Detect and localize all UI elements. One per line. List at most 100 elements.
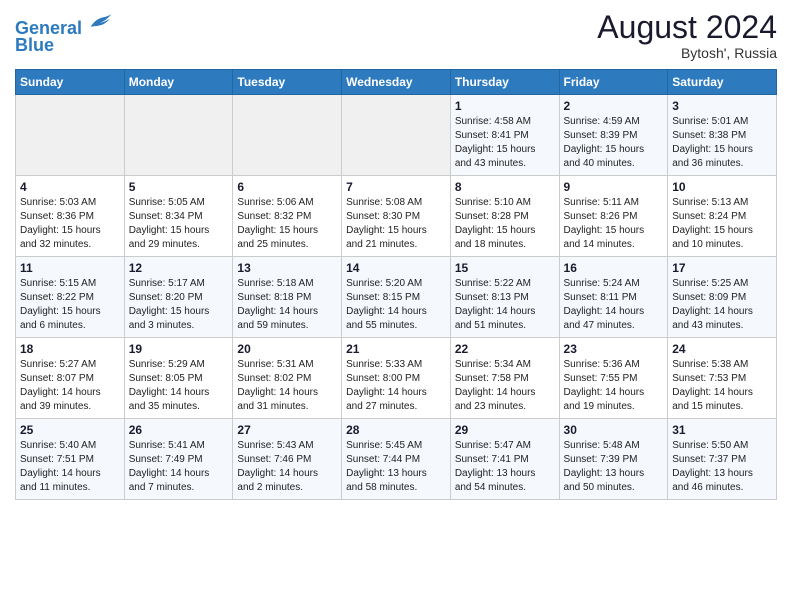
day-number: 8 — [455, 180, 555, 194]
day-number: 17 — [672, 261, 772, 275]
day-info: Sunrise: 5:06 AM Sunset: 8:32 PM Dayligh… — [237, 196, 337, 252]
day-number: 27 — [237, 423, 337, 437]
calendar-cell: 11 Sunrise: 5:15 AM Sunset: 8:22 PM Dayli… — [16, 257, 125, 338]
day-info: Sunrise: 5:08 AM Sunset: 8:30 PM Dayligh… — [346, 196, 446, 252]
calendar-cell: 27 Sunrise: 5:43 AM Sunset: 7:46 PM Dayli… — [233, 419, 342, 500]
day-info: Sunrise: 5:03 AM Sunset: 8:36 PM Dayligh… — [20, 196, 120, 252]
calendar-cell: 4 Sunrise: 5:03 AM Sunset: 8:36 PM Daylig… — [16, 176, 125, 257]
day-info: Sunrise: 5:27 AM Sunset: 8:07 PM Dayligh… — [20, 358, 120, 414]
weekday-header-friday: Friday — [559, 70, 668, 95]
day-info: Sunrise: 5:18 AM Sunset: 8:18 PM Dayligh… — [237, 277, 337, 333]
day-number: 13 — [237, 261, 337, 275]
logo-bird-icon — [89, 10, 113, 34]
day-number: 19 — [129, 342, 229, 356]
calendar-cell — [16, 95, 125, 176]
day-number: 21 — [346, 342, 446, 356]
day-info: Sunrise: 5:25 AM Sunset: 8:09 PM Dayligh… — [672, 277, 772, 333]
logo: General Blue — [15, 10, 113, 56]
calendar-cell: 26 Sunrise: 5:41 AM Sunset: 7:49 PM Dayli… — [124, 419, 233, 500]
calendar-cell: 24Sunrise: 5:38 AM Sunset: 7:53 PM Dayli… — [668, 338, 777, 419]
calendar-cell: 1Sunrise: 4:58 AM Sunset: 8:41 PM Daylig… — [450, 95, 559, 176]
header: General Blue August 2024 Bytosh', Russia — [15, 10, 777, 61]
calendar-body: 1Sunrise: 4:58 AM Sunset: 8:41 PM Daylig… — [16, 95, 777, 500]
calendar-cell: 29Sunrise: 5:47 AM Sunset: 7:41 PM Dayli… — [450, 419, 559, 500]
calendar-cell: 6 Sunrise: 5:06 AM Sunset: 8:32 PM Daylig… — [233, 176, 342, 257]
calendar-cell — [342, 95, 451, 176]
day-number: 7 — [346, 180, 446, 194]
day-number: 18 — [20, 342, 120, 356]
calendar-cell: 17 Sunrise: 5:25 AM Sunset: 8:09 PM Dayli… — [668, 257, 777, 338]
calendar-cell: 20 Sunrise: 5:31 AM Sunset: 8:02 PM Dayli… — [233, 338, 342, 419]
calendar-cell: 31Sunrise: 5:50 AM Sunset: 7:37 PM Dayli… — [668, 419, 777, 500]
day-number: 31 — [672, 423, 772, 437]
day-info: Sunrise: 5:20 AM Sunset: 8:15 PM Dayligh… — [346, 277, 446, 333]
day-info: Sunrise: 4:58 AM Sunset: 8:41 PM Dayligh… — [455, 115, 555, 171]
day-number: 16 — [564, 261, 664, 275]
day-info: Sunrise: 5:17 AM Sunset: 8:20 PM Dayligh… — [129, 277, 229, 333]
day-info: Sunrise: 5:01 AM Sunset: 8:38 PM Dayligh… — [672, 115, 772, 171]
title-block: August 2024 Bytosh', Russia — [597, 10, 777, 61]
day-info: Sunrise: 4:59 AM Sunset: 8:39 PM Dayligh… — [564, 115, 664, 171]
calendar-header: SundayMondayTuesdayWednesdayThursdayFrid… — [16, 70, 777, 95]
day-info: Sunrise: 5:45 AM Sunset: 7:44 PM Dayligh… — [346, 439, 446, 495]
calendar-cell: 22 Sunrise: 5:34 AM Sunset: 7:58 PM Dayli… — [450, 338, 559, 419]
weekday-header-row: SundayMondayTuesdayWednesdayThursdayFrid… — [16, 70, 777, 95]
day-info: Sunrise: 5:29 AM Sunset: 8:05 PM Dayligh… — [129, 358, 229, 414]
calendar-cell: 14Sunrise: 5:20 AM Sunset: 8:15 PM Dayli… — [342, 257, 451, 338]
calendar-cell: 28 Sunrise: 5:45 AM Sunset: 7:44 PM Dayli… — [342, 419, 451, 500]
weekday-header-thursday: Thursday — [450, 70, 559, 95]
day-number: 28 — [346, 423, 446, 437]
day-info: Sunrise: 5:36 AM Sunset: 7:55 PM Dayligh… — [564, 358, 664, 414]
day-info: Sunrise: 5:43 AM Sunset: 7:46 PM Dayligh… — [237, 439, 337, 495]
day-info: Sunrise: 5:24 AM Sunset: 8:11 PM Dayligh… — [564, 277, 664, 333]
calendar-cell: 2Sunrise: 4:59 AM Sunset: 8:39 PM Daylig… — [559, 95, 668, 176]
day-info: Sunrise: 5:22 AM Sunset: 8:13 PM Dayligh… — [455, 277, 555, 333]
day-number: 5 — [129, 180, 229, 194]
calendar-cell: 13 Sunrise: 5:18 AM Sunset: 8:18 PM Dayli… — [233, 257, 342, 338]
location-title: Bytosh', Russia — [597, 45, 777, 61]
calendar-cell: 23 Sunrise: 5:36 AM Sunset: 7:55 PM Dayli… — [559, 338, 668, 419]
day-number: 9 — [564, 180, 664, 194]
calendar-week-2: 4 Sunrise: 5:03 AM Sunset: 8:36 PM Daylig… — [16, 176, 777, 257]
day-info: Sunrise: 5:31 AM Sunset: 8:02 PM Dayligh… — [237, 358, 337, 414]
day-number: 11 — [20, 261, 120, 275]
day-info: Sunrise: 5:41 AM Sunset: 7:49 PM Dayligh… — [129, 439, 229, 495]
calendar-cell: 7 Sunrise: 5:08 AM Sunset: 8:30 PM Daylig… — [342, 176, 451, 257]
day-info: Sunrise: 5:15 AM Sunset: 8:22 PM Dayligh… — [20, 277, 120, 333]
day-number: 15 — [455, 261, 555, 275]
day-info: Sunrise: 5:34 AM Sunset: 7:58 PM Dayligh… — [455, 358, 555, 414]
day-info: Sunrise: 5:40 AM Sunset: 7:51 PM Dayligh… — [20, 439, 120, 495]
day-number: 3 — [672, 99, 772, 113]
weekday-header-saturday: Saturday — [668, 70, 777, 95]
day-info: Sunrise: 5:47 AM Sunset: 7:41 PM Dayligh… — [455, 439, 555, 495]
day-number: 6 — [237, 180, 337, 194]
weekday-header-sunday: Sunday — [16, 70, 125, 95]
calendar-cell: 25 Sunrise: 5:40 AM Sunset: 7:51 PM Dayli… — [16, 419, 125, 500]
day-number: 4 — [20, 180, 120, 194]
month-year-title: August 2024 — [597, 10, 777, 45]
calendar-week-3: 11 Sunrise: 5:15 AM Sunset: 8:22 PM Dayli… — [16, 257, 777, 338]
calendar-cell: 5Sunrise: 5:05 AM Sunset: 8:34 PM Daylig… — [124, 176, 233, 257]
day-info: Sunrise: 5:13 AM Sunset: 8:24 PM Dayligh… — [672, 196, 772, 252]
day-number: 12 — [129, 261, 229, 275]
day-number: 22 — [455, 342, 555, 356]
day-info: Sunrise: 5:38 AM Sunset: 7:53 PM Dayligh… — [672, 358, 772, 414]
calendar-cell: 10Sunrise: 5:13 AM Sunset: 8:24 PM Dayli… — [668, 176, 777, 257]
day-number: 20 — [237, 342, 337, 356]
day-number: 26 — [129, 423, 229, 437]
calendar-cell: 12 Sunrise: 5:17 AM Sunset: 8:20 PM Dayli… — [124, 257, 233, 338]
day-info: Sunrise: 5:11 AM Sunset: 8:26 PM Dayligh… — [564, 196, 664, 252]
day-number: 25 — [20, 423, 120, 437]
calendar-week-1: 1Sunrise: 4:58 AM Sunset: 8:41 PM Daylig… — [16, 95, 777, 176]
day-number: 23 — [564, 342, 664, 356]
calendar-cell — [124, 95, 233, 176]
calendar-table: SundayMondayTuesdayWednesdayThursdayFrid… — [15, 69, 777, 500]
page: General Blue August 2024 Bytosh', Russia… — [0, 0, 792, 612]
day-info: Sunrise: 5:48 AM Sunset: 7:39 PM Dayligh… — [564, 439, 664, 495]
calendar-cell: 9 Sunrise: 5:11 AM Sunset: 8:26 PM Daylig… — [559, 176, 668, 257]
day-info: Sunrise: 5:10 AM Sunset: 8:28 PM Dayligh… — [455, 196, 555, 252]
day-number: 30 — [564, 423, 664, 437]
calendar-cell: 8 Sunrise: 5:10 AM Sunset: 8:28 PM Daylig… — [450, 176, 559, 257]
weekday-header-tuesday: Tuesday — [233, 70, 342, 95]
calendar-cell: 30 Sunrise: 5:48 AM Sunset: 7:39 PM Dayli… — [559, 419, 668, 500]
